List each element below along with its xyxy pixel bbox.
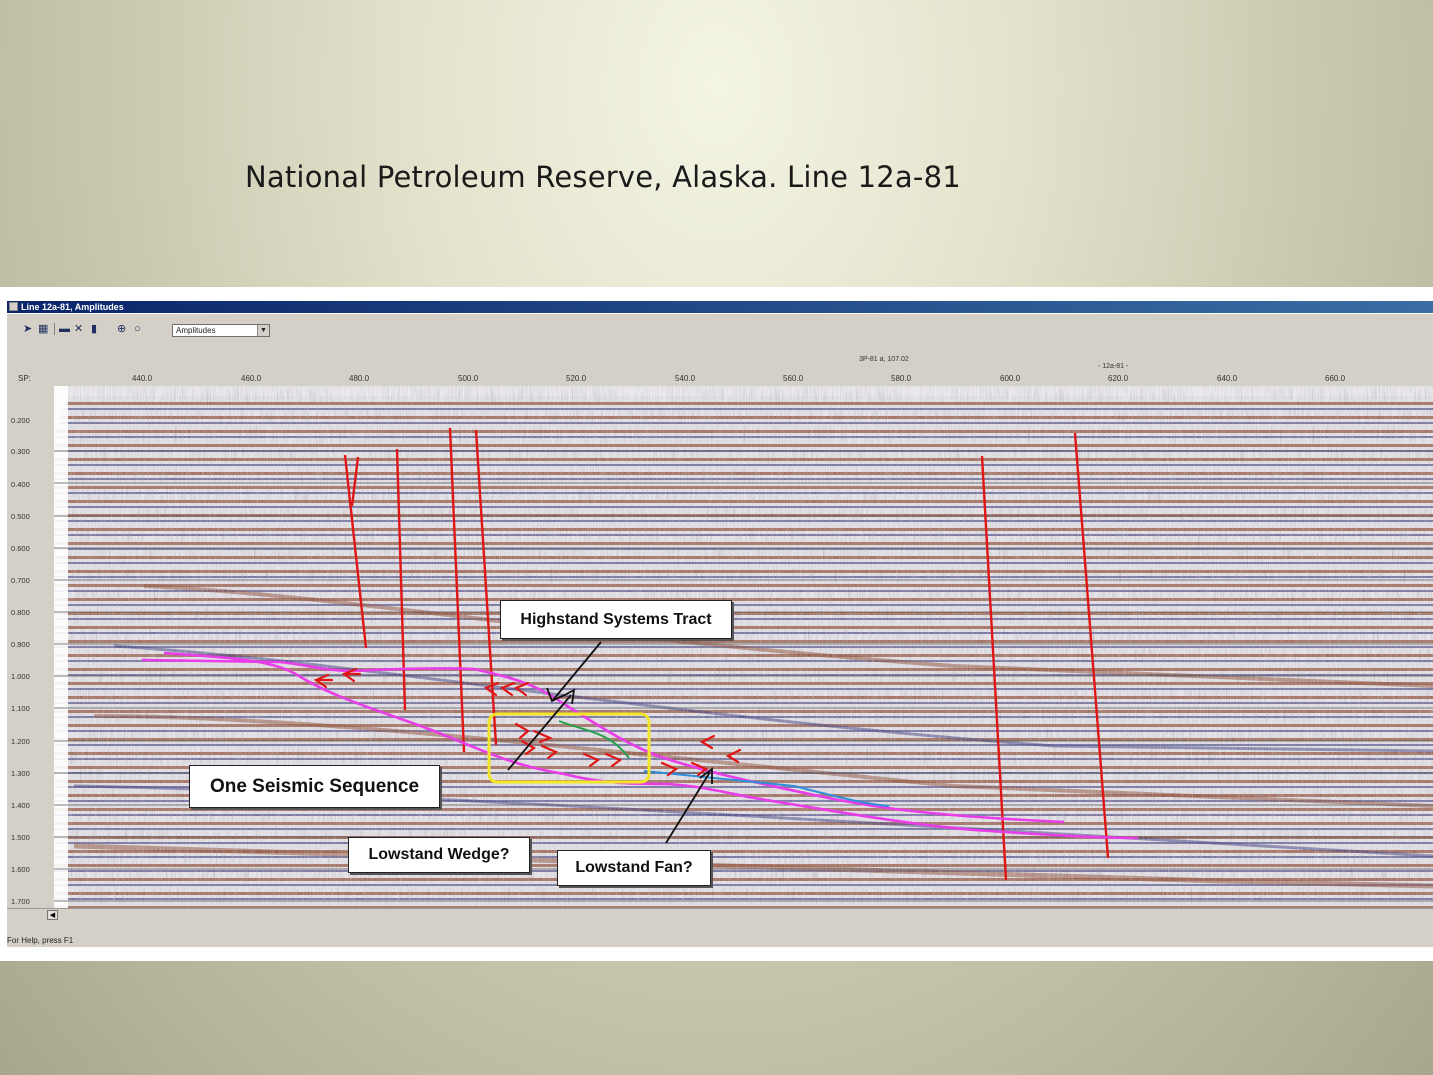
- sequence-callout: One Seismic Sequence: [189, 765, 440, 808]
- sp-tick: 540.0: [675, 374, 696, 383]
- time-tick: 0.200: [11, 416, 30, 425]
- app-icon: [9, 302, 18, 311]
- shotpoint-axis: SP: 440.0 460.0 480.0 500.0 520.0 540.0 …: [7, 350, 1433, 386]
- highstand-callout: Highstand Systems Tract: [500, 600, 732, 639]
- seismic-viewer-window: Line 12a-81, Amplitudes ➤ ▦ ▬ ✕ ▮ ⊕ ○ Am…: [0, 287, 1433, 961]
- time-tick: 0.400: [11, 480, 30, 489]
- pointer-icon[interactable]: ➤: [23, 323, 32, 335]
- slide-title: National Petroleum Reserve, Alaska. Line…: [245, 160, 961, 194]
- tie-line-label: 3P-81 a, 107.02: [859, 356, 909, 363]
- horizontal-scrollbar[interactable]: ◀: [7, 908, 1433, 922]
- hatch-icon[interactable]: ▦: [38, 323, 48, 335]
- time-tick: 0.600: [11, 544, 30, 553]
- time-tick: 1.700: [11, 897, 30, 906]
- time-tick: 1.000: [11, 672, 30, 681]
- seismic-section[interactable]: [54, 386, 1433, 908]
- time-tick: 1.600: [11, 865, 30, 874]
- display-mode-select[interactable]: Amplitudes ▼: [172, 324, 270, 337]
- lowstand-wedge-callout: Lowstand Wedge?: [348, 837, 530, 873]
- toolbar-separator: [54, 323, 55, 335]
- scroll-left-button[interactable]: ◀: [47, 910, 58, 920]
- sp-tick: 640.0: [1217, 374, 1238, 383]
- time-tick: 1.200: [11, 737, 30, 746]
- time-tick: 0.300: [11, 447, 30, 456]
- time-tick: 1.400: [11, 801, 30, 810]
- marker-icon[interactable]: ▮: [91, 323, 97, 335]
- sp-tick: 500.0: [458, 374, 479, 383]
- time-tick: 1.300: [11, 769, 30, 778]
- line-tool-icon[interactable]: ▬: [59, 323, 70, 335]
- sp-tick: 580.0: [891, 374, 912, 383]
- chevron-down-icon[interactable]: ▼: [257, 325, 269, 336]
- crossed-tool-icon[interactable]: ✕: [74, 323, 83, 335]
- status-bar: For Help, press F1: [7, 921, 1433, 947]
- noise-overlay: [54, 386, 1433, 908]
- lowstand-fan-callout: Lowstand Fan?: [557, 850, 711, 886]
- sp-tick: 600.0: [1000, 374, 1021, 383]
- time-tick: 1.500: [11, 833, 30, 842]
- zoom-in-icon[interactable]: ⊕: [117, 323, 126, 335]
- window-title: Line 12a-81, Amplitudes: [21, 302, 124, 312]
- time-axis: 0.200 0.300 0.400 0.500 0.600 0.700 0.80…: [7, 386, 54, 908]
- sp-tick: 440.0: [132, 374, 153, 383]
- sp-tick: 660.0: [1325, 374, 1346, 383]
- time-tick: 1.100: [11, 704, 30, 713]
- zoom-out-icon[interactable]: ○: [134, 323, 141, 335]
- sp-tick: 480.0: [349, 374, 370, 383]
- tie-line-label: - 12a-81 -: [1098, 363, 1129, 370]
- time-tick: 0.700: [11, 576, 30, 585]
- sp-tick: 460.0: [241, 374, 262, 383]
- status-text: For Help, press F1: [7, 936, 74, 945]
- display-mode-value: Amplitudes: [176, 326, 216, 335]
- time-tick: 0.900: [11, 640, 30, 649]
- section-edge: [54, 386, 68, 908]
- sp-tick: 620.0: [1108, 374, 1129, 383]
- time-tick: 0.800: [11, 608, 30, 617]
- sp-axis-label: SP:: [18, 374, 31, 383]
- sp-tick: 560.0: [783, 374, 804, 383]
- time-tick: 0.500: [11, 512, 30, 521]
- sp-tick: 520.0: [566, 374, 587, 383]
- toolbar: ➤ ▦ ▬ ✕ ▮ ⊕ ○ Amplitudes ▼: [7, 314, 1433, 351]
- window-titlebar[interactable]: Line 12a-81, Amplitudes: [7, 301, 1433, 313]
